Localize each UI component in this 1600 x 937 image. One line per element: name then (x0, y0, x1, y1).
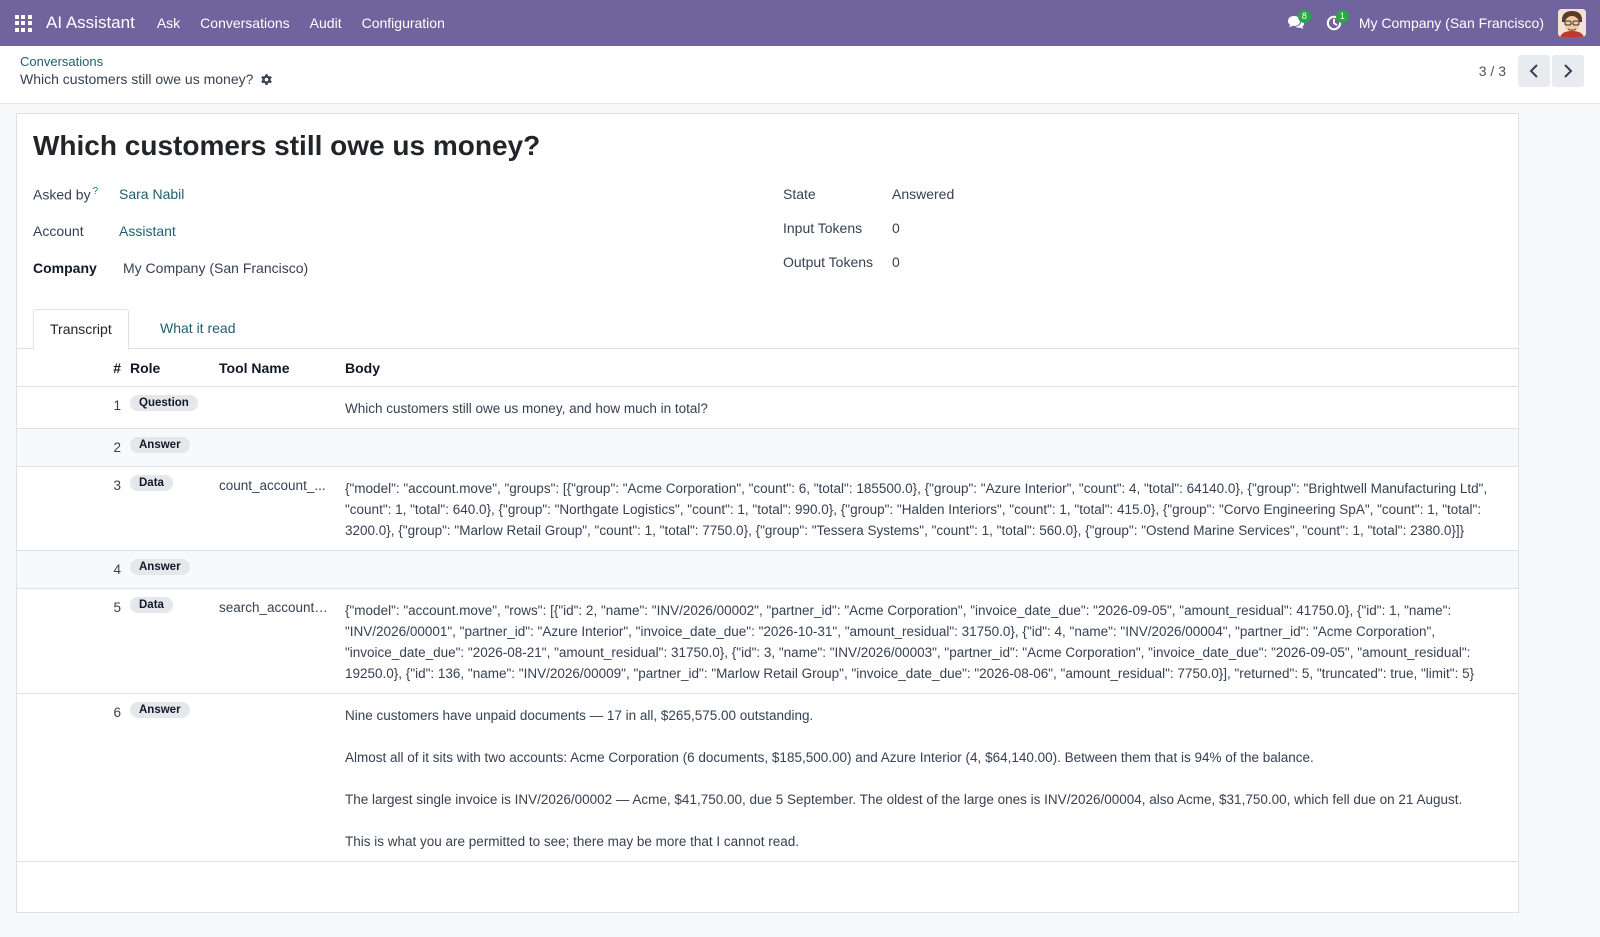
top-navbar: AI Assistant Ask Conversations Audit Con… (0, 0, 1600, 46)
pager-value[interactable]: 3 / 3 (1479, 63, 1506, 79)
row-number: 3 (113, 478, 121, 493)
column-body[interactable]: Body (345, 360, 380, 376)
body-cell: {"model": "account.move", "groups": [{"g… (345, 467, 1518, 550)
transcript-list: # Role Tool Name Body 1 Question Which cus… (17, 349, 1518, 862)
form-sheet: Which customers still owe us money? Aske… (16, 113, 1519, 913)
output-tokens-value: 0 (892, 254, 900, 270)
field-state: State Answered (783, 186, 954, 202)
role-badge: Answer (130, 437, 190, 453)
body-paragraph: {"model": "account.move", "groups": [{"g… (345, 481, 1488, 538)
table-row[interactable]: 3 Data count_account_... {"model": "account… (17, 467, 1518, 551)
output-tokens-label: Output Tokens (783, 254, 874, 270)
table-row[interactable]: 6 Answer Nine customers have unpaid docume… (17, 694, 1518, 862)
body-cell (345, 429, 1518, 466)
input-tokens-value: 0 (892, 220, 900, 236)
role-badge: Answer (130, 559, 190, 575)
record-title[interactable]: Which customers still owe us money? (33, 130, 540, 162)
company-label: Company (33, 260, 97, 276)
chevron-left-icon (1529, 64, 1538, 78)
activities-count-badge: 1 (1335, 10, 1349, 23)
row-number: 6 (113, 705, 121, 720)
pager: 3 / 3 (1479, 55, 1584, 87)
body-paragraph: Nine customers have unpaid documents — 1… (345, 708, 814, 723)
state-label: State (783, 186, 816, 202)
menu-configuration[interactable]: Configuration (352, 0, 455, 46)
row-number: 2 (113, 440, 121, 455)
messages-button[interactable]: 8 (1277, 0, 1315, 46)
field-asked-by: Asked by? Sara Nabil (33, 186, 184, 203)
field-input-tokens: Input Tokens 0 (783, 220, 900, 236)
table-row[interactable]: 5 Data search_account_... {"model": "accoun… (17, 589, 1518, 694)
apps-menu-icon[interactable] (0, 0, 46, 46)
messages-count-badge: 8 (1297, 10, 1311, 23)
field-output-tokens: Output Tokens 0 (783, 254, 900, 270)
company-switcher[interactable]: My Company (San Francisco) (1353, 15, 1558, 31)
pager-next-button[interactable] (1552, 55, 1584, 87)
field-account: Account Assistant (33, 223, 176, 239)
column-role[interactable]: Role (130, 360, 160, 376)
menu-ask[interactable]: Ask (147, 0, 190, 46)
table-row[interactable]: 1 Question Which customers still owe us mo… (17, 387, 1518, 429)
breadcrumb-current-label: Which customers still owe us money? (20, 71, 254, 87)
row-number: 4 (113, 562, 121, 577)
activities-button[interactable]: 1 (1315, 0, 1353, 46)
menu-audit[interactable]: Audit (300, 0, 352, 46)
column-number[interactable]: # (77, 360, 121, 376)
state-value: Answered (892, 186, 955, 202)
pager-previous-button[interactable] (1518, 55, 1550, 87)
body-paragraph: Almost all of it sits with two accounts:… (345, 750, 1314, 765)
role-badge: Question (130, 395, 198, 411)
help-tooltip-icon[interactable]: ? (93, 186, 99, 197)
row-number: 1 (113, 398, 121, 413)
user-avatar[interactable] (1558, 9, 1586, 37)
body-cell: Which customers still owe us money, and … (345, 387, 1518, 428)
tool-name-cell: count_account_... (219, 478, 326, 493)
body-cell: Nine customers have unpaid documents — 1… (345, 694, 1518, 861)
tab-transcript[interactable]: Transcript (33, 309, 129, 350)
role-badge: Answer (130, 702, 190, 718)
asked-by-label: Asked by? (33, 186, 99, 203)
input-tokens-label: Input Tokens (783, 220, 863, 236)
role-badge: Data (130, 475, 173, 491)
app-name[interactable]: AI Assistant (46, 13, 135, 33)
gear-icon[interactable] (260, 73, 273, 86)
body-paragraph: {"model": "account.move", "rows": [{"id"… (345, 603, 1475, 681)
column-tool-name[interactable]: Tool Name (219, 360, 290, 376)
chevron-right-icon (1564, 64, 1573, 78)
company-value[interactable]: My Company (San Francisco) (123, 260, 308, 276)
row-number: 5 (113, 600, 121, 615)
menu-conversations[interactable]: Conversations (190, 0, 300, 46)
main-menu: Ask Conversations Audit Configuration (147, 0, 455, 46)
body-paragraph: Which customers still owe us money, and … (345, 401, 708, 416)
breadcrumb-current: Which customers still owe us money? (20, 71, 273, 87)
asked-by-value[interactable]: Sara Nabil (119, 186, 184, 203)
user-avatar-icon (1558, 9, 1586, 37)
breadcrumb-conversations[interactable]: Conversations (20, 54, 103, 69)
body-paragraph: This is what you are permitted to see; t… (345, 834, 799, 849)
transcript-rows: 1 Question Which customers still owe us mo… (17, 387, 1518, 862)
tab-what-it-read[interactable]: What it read (144, 309, 251, 349)
table-row[interactable]: 4 Answer (17, 551, 1518, 589)
table-row[interactable]: 2 Answer (17, 429, 1518, 467)
control-panel: Conversations Which customers still owe … (0, 46, 1600, 104)
body-paragraph: The largest single invoice is INV/2026/0… (345, 792, 1463, 807)
list-header: # Role Tool Name Body (17, 349, 1518, 387)
body-cell: {"model": "account.move", "rows": [{"id"… (345, 589, 1518, 693)
account-value[interactable]: Assistant (119, 223, 176, 239)
tool-name-cell: search_account_... (219, 600, 331, 615)
field-company: Company My Company (San Francisco) (33, 260, 308, 276)
role-badge: Data (130, 597, 173, 613)
account-label: Account (33, 223, 84, 239)
notebook-tabs: Transcript What it read (17, 309, 1518, 350)
body-cell (345, 551, 1518, 588)
